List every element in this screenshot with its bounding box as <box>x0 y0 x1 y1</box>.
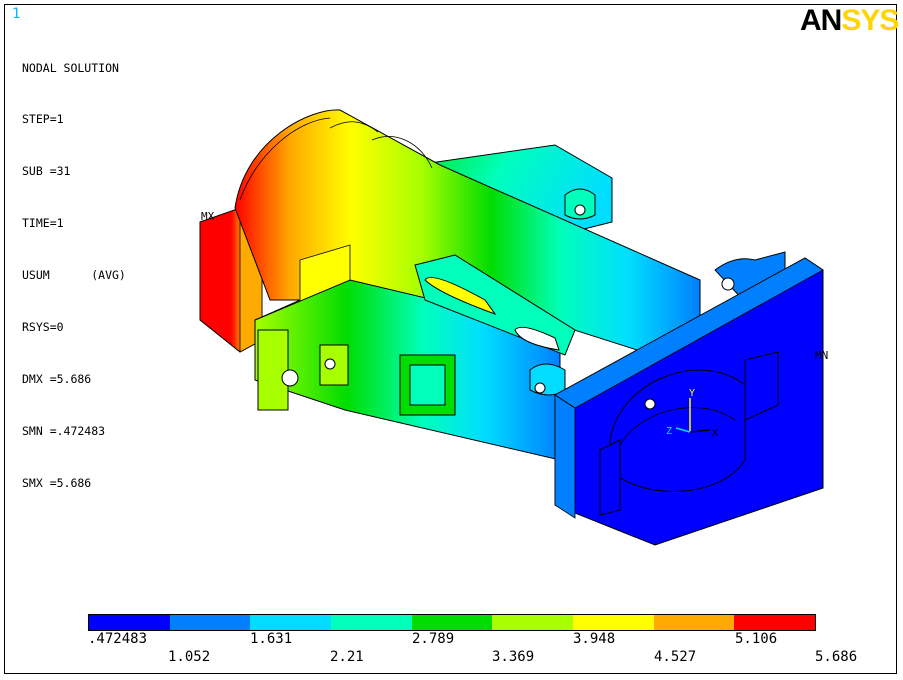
end-plate-hole <box>644 398 656 410</box>
legend-label-bottom-1: 1.052 <box>168 649 211 665</box>
min-marker: MN <box>815 349 828 362</box>
legend-band-4 <box>331 615 412 630</box>
contour-legend-bar <box>88 614 816 631</box>
legend-band-5 <box>411 615 493 630</box>
legend-label-bottom-4: 4.527 <box>654 649 697 665</box>
end-plate-notch-left <box>599 439 621 516</box>
legend-band-1 <box>89 615 170 630</box>
triad-x-label: X <box>712 428 718 439</box>
legend-band-3 <box>250 615 332 630</box>
front-lug-hole-left <box>281 369 299 387</box>
legend-label-top-4: 3.948 <box>573 631 616 647</box>
max-marker: MX <box>201 210 215 223</box>
fea-model-view[interactable]: Y X Z MX MN <box>0 0 903 600</box>
legend-label-bottom-2: 2.21 <box>330 649 364 665</box>
legend-label-top-2: 1.631 <box>250 631 293 647</box>
legend-band-9 <box>734 615 816 630</box>
triad-z-label: Z <box>666 426 672 437</box>
legend-label-bottom-5: 5.686 <box>815 649 858 665</box>
triad-y-label: Y <box>689 388 695 399</box>
front-lug-left <box>257 329 289 411</box>
legend-band-2 <box>169 615 251 630</box>
end-plate-side <box>554 394 576 519</box>
legend-label-bottom-3: 3.369 <box>492 649 535 665</box>
legend-label-top-3: 2.789 <box>412 631 455 647</box>
legend-label-top-1: .472483 <box>88 631 148 647</box>
side-window-inner <box>409 364 446 406</box>
legend-band-8 <box>653 615 735 630</box>
legend-band-6 <box>492 615 574 630</box>
legend-band-7 <box>573 615 654 630</box>
upper-bracket-hole <box>574 204 586 216</box>
legend-label-top-5: 5.106 <box>735 631 778 647</box>
front-lug-hole-right <box>324 358 336 370</box>
